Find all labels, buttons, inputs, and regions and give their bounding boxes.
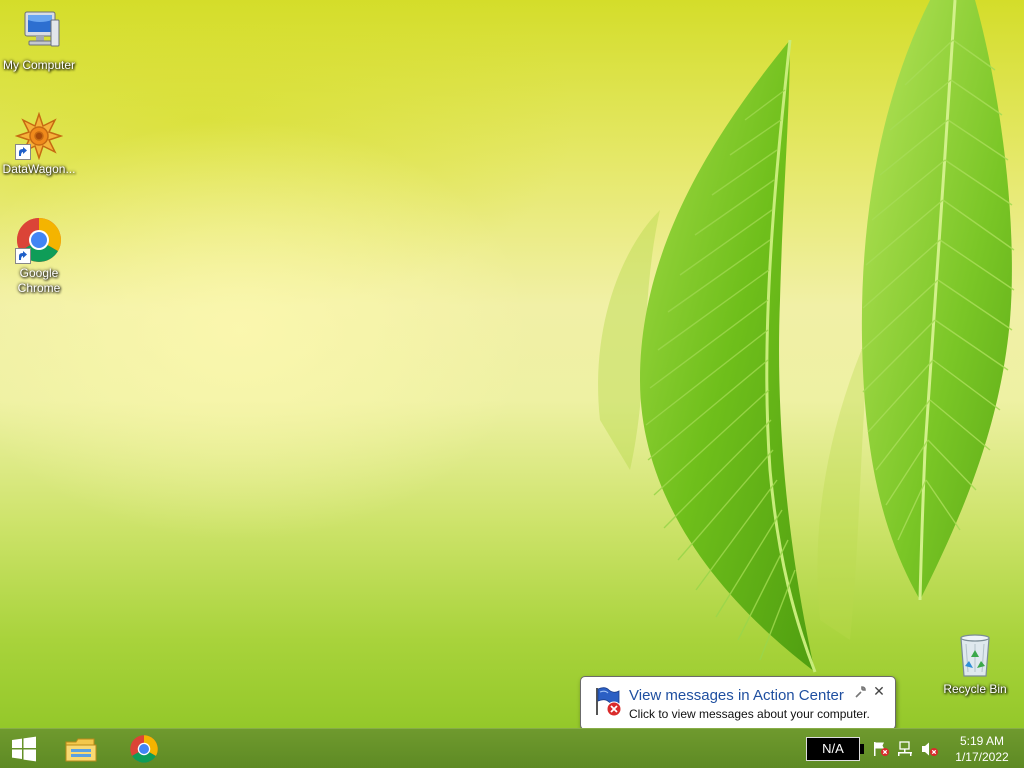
datawagon-icon (14, 111, 64, 161)
shortcut-arrow-icon (15, 144, 31, 160)
volume-muted-icon[interactable] (921, 741, 939, 757)
clock-time: 5:19 AM (959, 734, 1005, 748)
windows-logo-icon (12, 736, 36, 762)
network-icon[interactable] (897, 741, 915, 757)
recycle-bin-icon (951, 632, 999, 680)
battery-indicator[interactable]: N/A (806, 737, 860, 761)
notification-title[interactable]: View messages in Action Center (629, 687, 844, 705)
battery-tip (860, 744, 864, 754)
computer-icon (15, 8, 63, 56)
desktop-icon-datawagon[interactable]: DataWagon... (0, 111, 78, 177)
notification-message: Click to view messages about your comput… (629, 707, 870, 721)
taskbar-file-explorer[interactable] (56, 729, 106, 769)
desktop-icon-my-computer[interactable]: My Computer (0, 8, 78, 73)
start-button[interactable] (0, 729, 48, 769)
action-center-notification[interactable]: View messages in Action Center Click to … (580, 676, 896, 730)
taskbar-google-chrome[interactable] (120, 729, 168, 769)
wallpaper-leaves (598, 0, 1015, 673)
shortcut-arrow-icon (15, 248, 31, 264)
file-explorer-icon (65, 738, 97, 762)
system-clock[interactable]: 5:19 AM 1/17/2022 (946, 733, 1018, 765)
desktop-icon-label: DataWagon... (2, 162, 76, 176)
desktop[interactable]: My Computer DataWagon... Google Chrome R… (0, 0, 1024, 728)
wrench-icon[interactable] (853, 685, 867, 699)
action-center-flag-icon[interactable] (872, 741, 890, 757)
taskbar: N/A 5:19 AM 1/17/2022 (0, 728, 1024, 768)
desktop-icon-label: Google Chrome (17, 266, 61, 295)
chrome-icon (130, 735, 158, 763)
desktop-icon-label: Recycle Bin (943, 682, 1007, 696)
clock-date: 1/17/2022 (955, 750, 1009, 764)
desktop-icon-label: My Computer (2, 58, 76, 72)
desktop-icon-google-chrome[interactable]: Google Chrome (0, 216, 78, 296)
notification-close-button[interactable]: ✕ (871, 683, 887, 699)
desktop-icon-recycle-bin[interactable]: Recycle Bin (936, 632, 1014, 697)
chrome-icon (15, 216, 63, 264)
action-center-flag-error-icon (591, 685, 623, 717)
